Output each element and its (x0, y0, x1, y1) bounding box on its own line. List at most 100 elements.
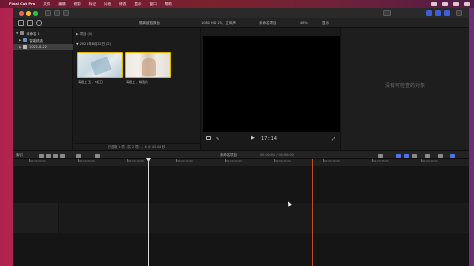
inspector-empty-text: 没有可检查的对象 (384, 83, 425, 89)
titles-generators-icon[interactable] (36, 20, 42, 26)
menu-window[interactable]: 窗口 (150, 2, 157, 7)
fullscreen-icon[interactable]: ⤢ (332, 136, 335, 141)
effects-browser-icon[interactable] (438, 153, 443, 158)
disclosure-triangle-icon[interactable]: ▶ (19, 38, 21, 42)
menubar-status-area (431, 0, 470, 8)
group-count: (0) (87, 32, 93, 36)
ruler-tick: 00:00:25:00 (275, 160, 291, 163)
inspector: 没有可检查的对象 (341, 28, 469, 150)
inspector-toggle-icon[interactable] (444, 10, 450, 16)
transform-icon[interactable] (206, 136, 211, 140)
clip-label: 海报上 ，精选片 (126, 80, 148, 84)
audio-video-mode-icon[interactable] (76, 153, 81, 158)
edit-connect-icon[interactable] (39, 153, 44, 158)
viewer-controls: ✎ ▶ 17:14 ⤢ (201, 134, 342, 144)
clip-thumbnail[interactable] (125, 52, 171, 78)
menu-view[interactable]: 显示 (134, 2, 141, 7)
menu-edit[interactable]: 编辑 (58, 2, 65, 7)
solo-icon[interactable] (404, 153, 409, 158)
viewer-canvas[interactable] (203, 36, 340, 132)
disclosure-triangle-icon[interactable]: ▼ (16, 31, 18, 35)
viewer-timecode: 17:14 (261, 136, 278, 142)
snapping-icon[interactable] (412, 153, 417, 158)
edit-insert-icon[interactable] (46, 153, 51, 158)
sidebar-item-event[interactable]: ▶ 2021-8-22 (13, 44, 73, 50)
date-group-header[interactable]: ▼ 2021年8月22日 (2) (76, 41, 111, 46)
viewer-display-menu[interactable]: 显示 (322, 20, 329, 26)
ruler-tick: 00:00:05:00 (79, 160, 95, 163)
minimize-window-button[interactable] (26, 11, 31, 16)
viewer-project-label: 未命名项目 (259, 21, 277, 25)
menu-mark[interactable]: 标记 (89, 2, 96, 7)
upper-toolbar: 隔离被掐换台 1080 HD 25，立体声 未命名项目 48% 显示 (13, 18, 469, 28)
window-titlebar (13, 8, 469, 18)
control-center-icon[interactable] (464, 2, 470, 6)
zoom-window-button[interactable] (33, 11, 38, 16)
menu-help[interactable]: 帮助 (165, 2, 172, 7)
clip-thumbnail[interactable] (77, 52, 123, 78)
edit-overwrite-icon[interactable] (60, 153, 65, 158)
browser-toggle-icon[interactable] (426, 10, 432, 16)
background-tasks-icon[interactable] (63, 10, 69, 16)
play-icon[interactable]: ▶ (251, 135, 255, 141)
ruler-tick: 00:00:35:00 (373, 160, 389, 163)
ruler-tick: 00:00:15:00 (177, 160, 193, 163)
menu-trim[interactable]: 修剪 (74, 2, 81, 7)
skimmer-line (312, 159, 313, 266)
select-tool-icon[interactable] (95, 153, 100, 158)
magic-wand-icon[interactable]: ✎ (216, 136, 219, 141)
group-count: (2) (106, 42, 111, 46)
timeline-toolbar: 索引 未命名项目 00:00:00 / 00:00:00 (13, 150, 469, 159)
ruler-tick: 00:00:30:00 (324, 160, 340, 163)
menu-bar: Final Cut Pro 文件 编辑 修剪 标记 片段 修改 显示 窗口 帮助 (0, 0, 474, 8)
share-icon[interactable] (383, 10, 391, 16)
libraries-sidebar: ▼ 未命名 1 ▶ 智能精选 ▶ 2021-8-22 (13, 28, 73, 150)
final-cut-pro-window: 隔离被掐换台 1080 HD 25，立体声 未命名项目 48% 显示 ▼ 未命名… (13, 8, 469, 266)
smart-folder-icon (23, 38, 28, 42)
import-media-icon[interactable] (45, 10, 51, 16)
timeline-toggle-icon[interactable] (435, 10, 441, 16)
screen: Final Cut Pro 文件 编辑 修剪 标记 片段 修改 显示 窗口 帮助 (0, 0, 474, 266)
ruler-tick: 00:00:00:00 (30, 160, 46, 163)
timeline-ruler[interactable]: 00:00:00:00 00:00:05:00 00:00:10:00 00:0… (13, 159, 469, 167)
libraries-icon[interactable] (18, 20, 24, 26)
media-browser: ▶ 项目 (0) ▼ 2021年8月22日 (2) 海报上 五 ，5红口 海报上… (73, 28, 200, 150)
projects-group-header[interactable]: ▶ 项目 (0) (76, 31, 92, 36)
ruler-tick: 00:00:40:00 (422, 160, 438, 163)
sidebar-item-library[interactable]: ▼ 未命名 1 (16, 30, 40, 36)
storyline-lead (13, 203, 59, 233)
library-filter-label[interactable]: 隔离被掐换台 (139, 20, 160, 26)
browser-status-text: 已选取 1 项（共 2 项），4 小 43.44 秒 (73, 143, 200, 150)
audio-skimming-icon[interactable] (396, 153, 401, 158)
skimming-icon[interactable] (378, 153, 383, 158)
menu-app-name[interactable]: Final Cut Pro (9, 2, 35, 6)
sidebar-item-smart-collections[interactable]: ▶ 智能精选 (19, 37, 43, 43)
close-window-button[interactable] (19, 11, 24, 16)
project-format-label: 1080 HD 25，立体声 (201, 21, 236, 25)
viewer-zoom-menu[interactable]: 48% (300, 20, 308, 26)
timeline-area[interactable] (13, 167, 469, 266)
ruler-tick: 00:00:20:00 (226, 160, 242, 163)
disclosure-triangle-icon[interactable]: ▶ (19, 45, 21, 49)
clip-label: 海报上 五 ，5红口 (78, 80, 103, 84)
ruler-tick: 00:00:10:00 (128, 160, 144, 163)
timeline-appearance-icon[interactable] (425, 153, 430, 158)
group-label: 2021年8月22日 (79, 42, 105, 46)
wifi-icon[interactable] (442, 2, 448, 6)
photos-audio-icon[interactable] (27, 20, 33, 26)
library-name: 未命名 1 (26, 31, 40, 36)
playhead[interactable] (148, 159, 149, 266)
share-export-icon[interactable] (456, 10, 462, 16)
battery-icon[interactable] (453, 2, 459, 6)
edit-append-icon[interactable] (53, 153, 58, 158)
transitions-browser-icon[interactable] (450, 153, 455, 158)
event-icon (23, 45, 28, 49)
viewer: ✎ ▶ 17:14 ⤢ (200, 28, 341, 150)
primary-storyline[interactable] (13, 203, 469, 233)
menu-clip[interactable]: 片段 (104, 2, 111, 7)
keyword-icon[interactable] (54, 10, 60, 16)
menu-file[interactable]: 文件 (43, 2, 50, 7)
library-icon (20, 31, 25, 35)
menu-modify[interactable]: 修改 (119, 2, 126, 7)
status-icon[interactable] (431, 2, 437, 6)
